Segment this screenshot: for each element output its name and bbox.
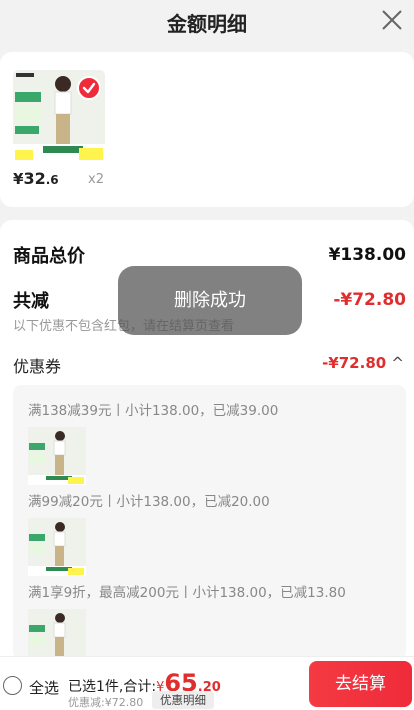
product-card: ¥32.6 x2 [0,52,414,207]
product-quantity: x2 [88,172,104,187]
select-all-label[interactable]: 全选 [29,677,59,698]
coupon-toggle[interactable]: -¥72.80 ^ [322,354,404,372]
checkout-bar: 全选 已选1件,合计:¥65.20 优惠减:¥72.80 优惠明细 去结算 [0,656,414,710]
promo-line: 满138减39元丨小计138.00，已减39.00 [28,403,279,419]
close-icon[interactable] [378,6,406,34]
checkout-button[interactable]: 去结算 [309,661,412,707]
coupon-value: -¥72.80 [322,354,387,372]
select-all-radio[interactable] [3,676,22,695]
price-integer: 32 [23,169,46,188]
promo-line: 满99减20元丨小计138.00，已减20.00 [28,494,270,510]
footer-discount-text: 优惠减:¥72.80 [68,696,144,709]
goods-total-label: 商品总价 [13,246,85,267]
coupon-label: 优惠券 [13,357,62,376]
header: 金额明细 [0,0,414,44]
price-currency: ¥ [13,170,24,188]
page-title: 金额明细 [167,12,247,36]
promo-line: 满1享9折，最高减200元丨小计138.00，已减13.80 [28,585,346,601]
coupon-details-box: 满138减39元丨小计138.00，已减39.00 满99减20元丨小计138.… [13,385,406,660]
promo-product-image [28,609,86,660]
summary-text: 已选1件,合计: [68,679,157,695]
selected-check-icon[interactable] [77,76,101,100]
total-discount-label: 共减 [13,291,49,312]
promo-product-image [28,427,86,485]
discount-detail-button[interactable]: 优惠明细 [152,691,214,709]
goods-total-value: ¥138.00 [328,245,406,265]
toast-message: 删除成功 [118,266,302,335]
total-discount-value: -¥72.80 [333,290,406,310]
promo-product-image [28,518,86,576]
price-decimal: .6 [45,173,59,187]
chevron-up-icon: ^ [391,354,404,372]
